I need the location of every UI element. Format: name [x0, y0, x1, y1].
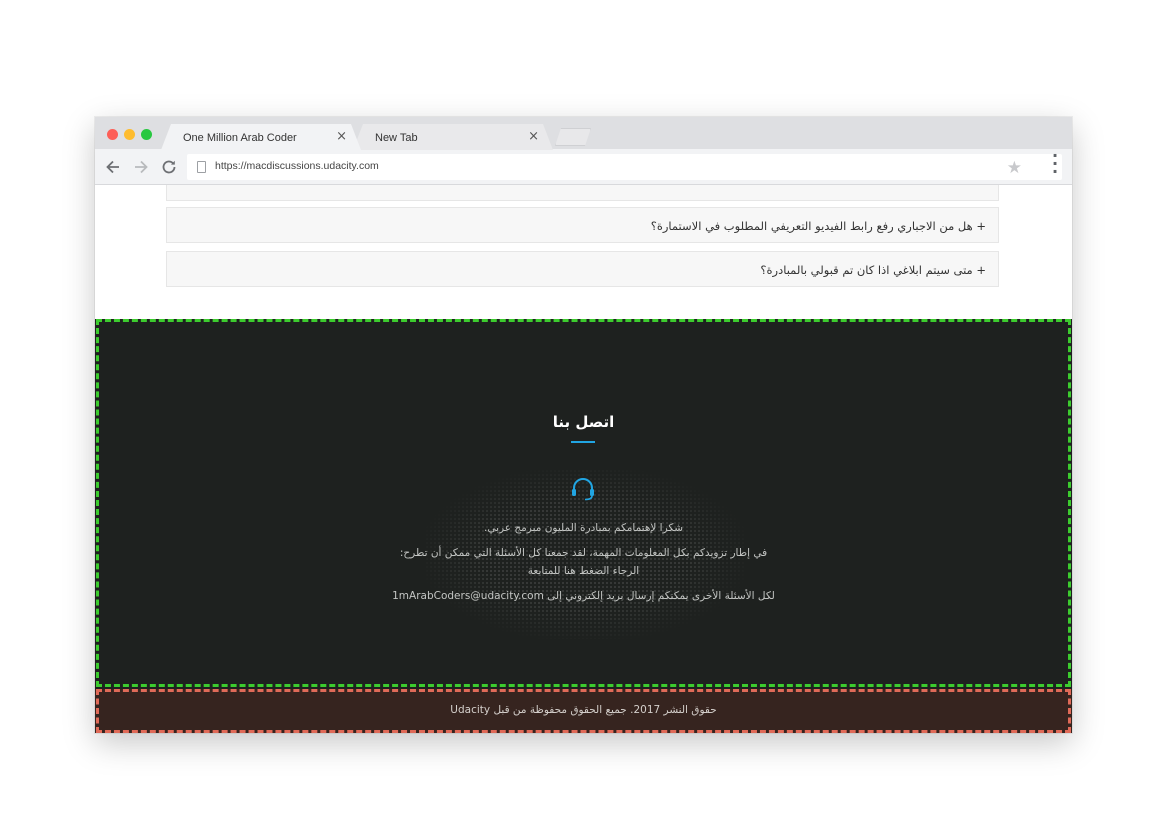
tab-new-tab[interactable]: New Tab ×: [353, 124, 553, 150]
contact-continue-link[interactable]: الرجاء الضغط هنا للمتابعة: [95, 565, 1072, 577]
tab-label: New Tab: [375, 132, 418, 144]
faq-item[interactable]: + متى سيتم ابلاغي اذا كان تم قبولي بالمب…: [166, 251, 999, 287]
faq-question: + هل من الاجباري رفع رابط الفيديو التعري…: [651, 219, 986, 233]
arrow-left-icon: [106, 160, 119, 174]
expand-toggle: +: [976, 263, 986, 277]
contact-info-text: في إطار تزويدكم بكل المعلومات المهمة، لق…: [399, 547, 768, 559]
contact-section: اتصل بنا شكرا لإهتمامكم بمبادرة المليون …: [95, 319, 1072, 689]
tab-label: One Million Arab Coder: [183, 132, 297, 144]
minimize-window-icon[interactable]: [124, 129, 135, 140]
faq-item-partial[interactable]: [166, 185, 999, 201]
contact-thanks-text: شكرا لإهتمامكم بمبادرة المليون مبرمج عرب…: [483, 522, 683, 534]
faq-item[interactable]: + هل من الاجباري رفع رابط الفيديو التعري…: [166, 207, 999, 243]
reload-icon: [162, 160, 176, 174]
tab-strip: New Tab × One Million Arab Coder ×: [95, 117, 1072, 149]
close-icon[interactable]: ×: [336, 129, 347, 144]
contact-email-text[interactable]: لكل الأسئلة الأخرى يمكنكم إرسال بريد إلك…: [95, 590, 1072, 602]
tab-one-million-arab-coder[interactable]: One Million Arab Coder ×: [161, 124, 361, 150]
reload-button[interactable]: [159, 157, 179, 177]
faq-question-text: هل من الاجباري رفع رابط الفيديو التعريفي…: [650, 219, 973, 233]
footer: حقوق النشر 2017. جميع الحقوق محفوظة من ق…: [95, 689, 1072, 733]
browser-window: New Tab × One Million Arab Coder × https…: [95, 117, 1072, 733]
star-icon[interactable]: ★: [1007, 158, 1022, 178]
back-button[interactable]: [103, 157, 123, 177]
close-window-icon[interactable]: [107, 129, 118, 140]
forward-button[interactable]: [131, 157, 151, 177]
arrow-right-icon: [135, 160, 148, 174]
maximize-window-icon[interactable]: [141, 129, 152, 140]
url-text[interactable]: https://macdiscussions.udacity.com: [215, 160, 379, 172]
faq-question-text: متى سيتم ابلاغي اذا كان تم قبولي بالمباد…: [760, 263, 973, 277]
copyright-text: حقوق النشر 2017. جميع الحقوق محفوظة من ق…: [450, 704, 717, 716]
contact-title: اتصل بنا: [552, 413, 615, 431]
address-bar[interactable]: https://macdiscussions.udacity.com ★: [187, 154, 1062, 180]
new-tab-button[interactable]: [555, 128, 591, 146]
page-icon: [197, 161, 206, 173]
title-underline: [571, 441, 595, 443]
kebab-menu-icon[interactable]: · · ·: [1052, 148, 1058, 180]
close-icon[interactable]: ×: [528, 129, 539, 144]
expand-toggle: +: [976, 219, 986, 233]
faq-question: + متى سيتم ابلاغي اذا كان تم قبولي بالمب…: [760, 263, 986, 277]
headset-icon: [572, 478, 594, 501]
page-content: + هل من الاجباري رفع رابط الفيديو التعري…: [95, 185, 1072, 733]
browser-toolbar: https://macdiscussions.udacity.com ★ · · ·: [95, 148, 1072, 185]
